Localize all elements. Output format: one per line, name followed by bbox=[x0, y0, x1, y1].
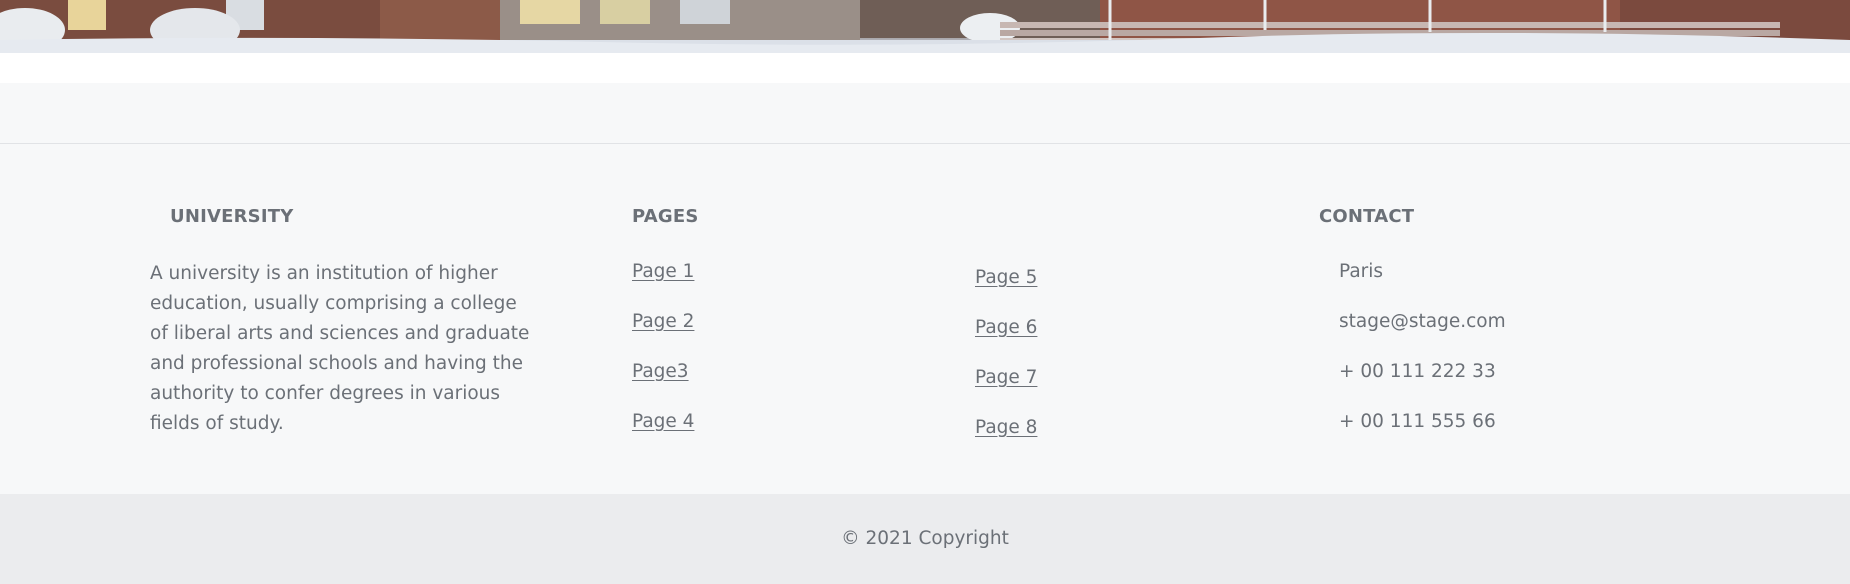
contact-phone-1: + 00 111 222 33 bbox=[1339, 361, 1496, 382]
footer-link-page-4[interactable]: Page 4 bbox=[632, 411, 694, 432]
footer-divider bbox=[0, 143, 1850, 144]
footer-link-page-7[interactable]: Page 7 bbox=[975, 367, 1037, 388]
hero-image bbox=[0, 0, 1850, 53]
university-heading: UNIVERSITY bbox=[170, 206, 294, 227]
footer-link-page-5[interactable]: Page 5 bbox=[975, 267, 1037, 288]
footer-link-page-3[interactable]: Page3 bbox=[632, 361, 689, 382]
campus-photo-illustration bbox=[0, 0, 1850, 53]
footer-link-page-8[interactable]: Page 8 bbox=[975, 417, 1037, 438]
copyright-text: © 2021 Copyright bbox=[841, 528, 1009, 549]
pages-heading: PAGES bbox=[632, 206, 699, 227]
contact-phone-2: + 00 111 555 66 bbox=[1339, 411, 1496, 432]
contact-heading: CONTACT bbox=[1319, 206, 1415, 227]
contact-city: Paris bbox=[1339, 261, 1384, 282]
university-description: A university is an institution of higher… bbox=[150, 263, 530, 434]
section-spacer bbox=[0, 53, 1850, 83]
footer-link-page-1[interactable]: Page 1 bbox=[632, 261, 694, 282]
footer-link-page-2[interactable]: Page 2 bbox=[632, 311, 694, 332]
copyright-bar: © 2021 Copyright bbox=[0, 494, 1850, 584]
footer-link-page-6[interactable]: Page 6 bbox=[975, 317, 1037, 338]
contact-email: stage@stage.com bbox=[1339, 311, 1506, 332]
